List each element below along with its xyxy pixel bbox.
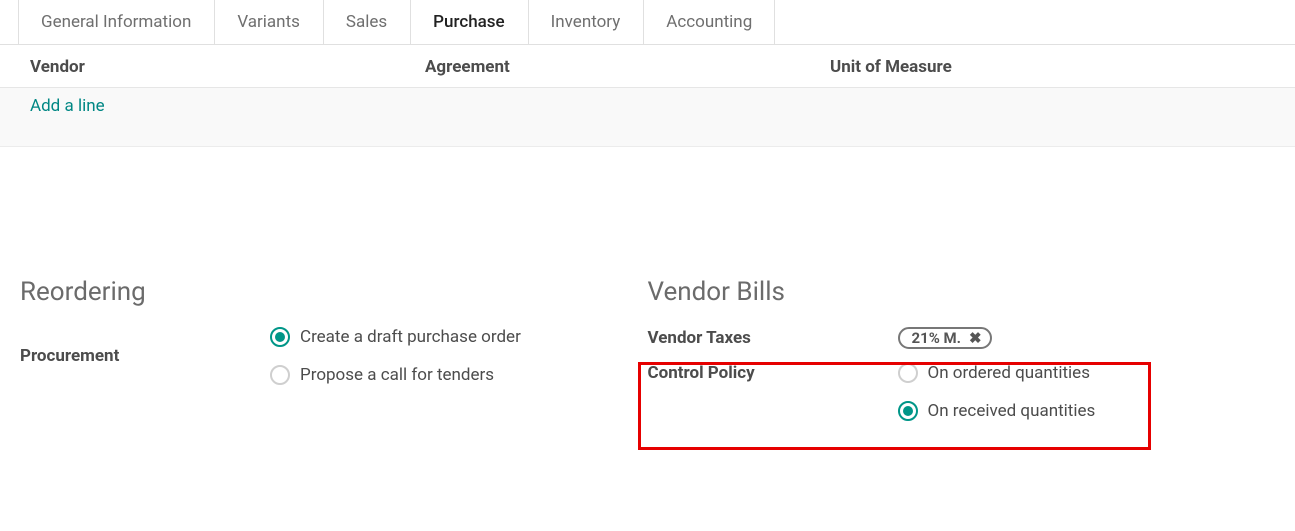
- tab-general-information[interactable]: General Information: [18, 0, 214, 44]
- radio-label: Create a draft purchase order: [300, 327, 521, 347]
- radio-icon: [270, 327, 290, 347]
- tag-text: 21% M.: [912, 329, 962, 347]
- reordering-section: Reordering Procurement Create a draft pu…: [20, 277, 648, 439]
- procurement-field: Procurement Create a draft purchase orde…: [20, 327, 648, 385]
- tab-inventory[interactable]: Inventory: [528, 0, 644, 44]
- tab-sales[interactable]: Sales: [323, 0, 410, 44]
- control-policy-option-ordered[interactable]: On ordered quantities: [898, 363, 1276, 383]
- procurement-option-call-for-tenders[interactable]: Propose a call for tenders: [270, 365, 648, 385]
- radio-label: Propose a call for tenders: [300, 365, 494, 385]
- vendor-tax-tag[interactable]: 21% M. ✖: [898, 327, 992, 349]
- radio-label: On received quantities: [928, 401, 1096, 421]
- control-policy-label: Control Policy: [648, 363, 898, 383]
- procurement-option-draft-po[interactable]: Create a draft purchase order: [270, 327, 648, 347]
- radio-icon: [898, 363, 918, 383]
- tab-variants[interactable]: Variants: [214, 0, 323, 44]
- radio-icon: [270, 365, 290, 385]
- control-policy-option-received[interactable]: On received quantities: [898, 401, 1276, 421]
- tab-accounting[interactable]: Accounting: [643, 0, 775, 44]
- procurement-radio-group: Create a draft purchase order Propose a …: [270, 327, 648, 385]
- spacer: [0, 147, 1295, 277]
- tabs-bar: General Information Variants Sales Purch…: [0, 0, 1295, 45]
- control-policy-radio-group: On ordered quantities On received quanti…: [898, 363, 1276, 421]
- vendor-bills-section: Vendor Bills Vendor Taxes 21% M. ✖ Contr…: [648, 277, 1276, 439]
- column-vendor: Vendor: [30, 57, 425, 77]
- procurement-label: Procurement: [20, 346, 270, 366]
- vendor-table-header: Vendor Agreement Unit of Measure: [0, 45, 1295, 87]
- vendor-table-body: Add a line: [0, 87, 1295, 147]
- vendor-taxes-label: Vendor Taxes: [648, 328, 898, 348]
- vendor-bills-title: Vendor Bills: [648, 277, 1276, 307]
- radio-icon: [898, 401, 918, 421]
- reordering-title: Reordering: [20, 277, 648, 307]
- radio-label: On ordered quantities: [928, 363, 1090, 383]
- add-a-line-link[interactable]: Add a line: [30, 96, 105, 116]
- control-policy-field: Control Policy On ordered quantities On …: [648, 363, 1276, 421]
- lower-sections: Reordering Procurement Create a draft pu…: [0, 277, 1295, 439]
- vendor-taxes-field: Vendor Taxes 21% M. ✖: [648, 327, 1276, 349]
- vendor-taxes-value: 21% M. ✖: [898, 327, 1276, 349]
- column-agreement: Agreement: [425, 57, 830, 77]
- tab-purchase[interactable]: Purchase: [410, 0, 528, 44]
- column-uom: Unit of Measure: [830, 57, 1265, 77]
- close-icon[interactable]: ✖: [969, 331, 982, 346]
